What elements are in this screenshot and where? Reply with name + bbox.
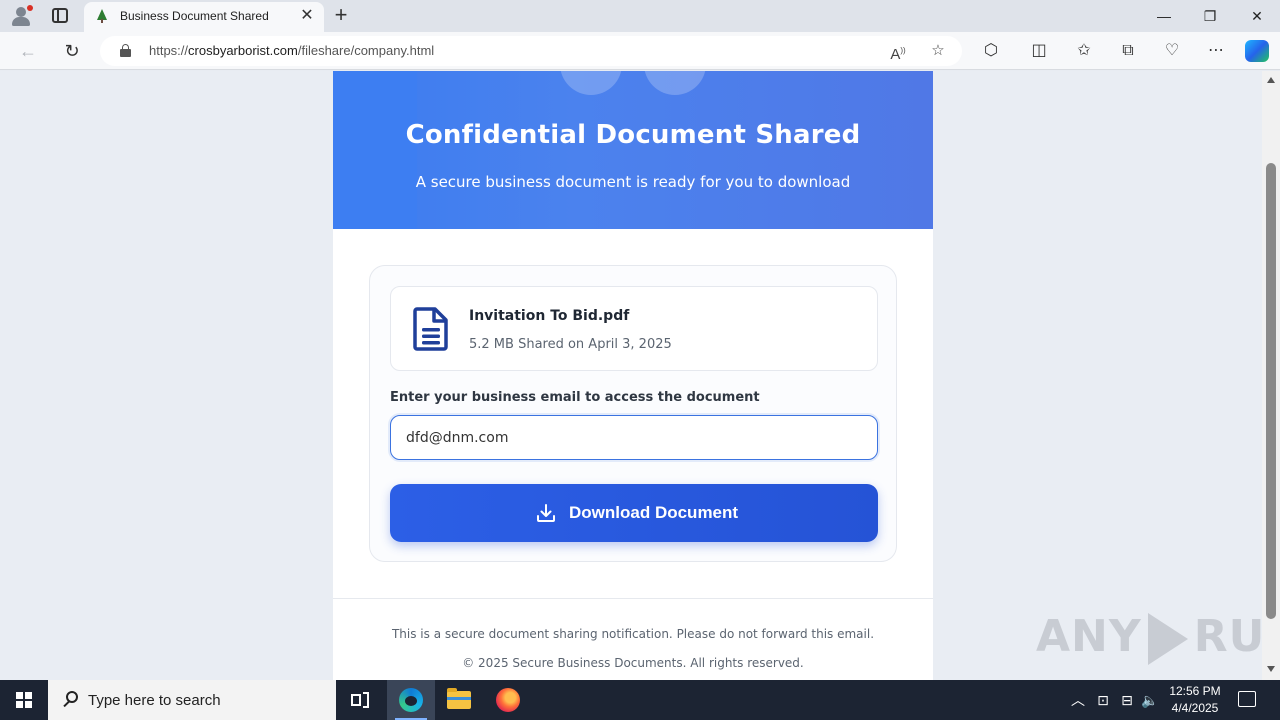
edge-icon <box>399 688 423 712</box>
tab-actions-icon[interactable] <box>52 8 68 23</box>
page-scrollbar[interactable] <box>1262 71 1280 680</box>
page-viewport: Confidential Document Shared A secure bu… <box>0 71 1262 680</box>
document-panel: Invitation To Bid.pdf 5.2 MB Shared on A… <box>369 265 897 562</box>
search-icon <box>62 691 80 709</box>
email-field[interactable] <box>390 415 878 460</box>
file-info: Invitation To Bid.pdf 5.2 MB Shared on A… <box>390 286 878 371</box>
file-name: Invitation To Bid.pdf <box>469 308 630 324</box>
collections-icon[interactable]: ⧉ <box>1116 40 1140 62</box>
read-aloud-icon[interactable]: A)) <box>888 41 908 63</box>
toolbar: ← ↻ https://crosbyarborist.com/fileshare… <box>0 32 1280 70</box>
maximize-button[interactable]: ❐ <box>1187 0 1233 32</box>
favorites-icon[interactable]: ✩ <box>1072 40 1096 62</box>
windows-logo-icon <box>16 692 32 708</box>
task-view-icon <box>351 692 369 708</box>
play-icon <box>1147 613 1188 665</box>
notification-icon[interactable] <box>1238 691 1256 707</box>
close-window-button[interactable]: ✕ <box>1234 0 1280 32</box>
taskbar-firefox[interactable] <box>484 680 532 720</box>
url-text[interactable]: https://crosbyarborist.com/fileshare/com… <box>149 43 434 58</box>
download-button[interactable]: Download Document <box>390 484 878 542</box>
anyrun-watermark: ANYRUN <box>1036 611 1262 671</box>
extensions-icon[interactable]: ⬡ <box>979 40 1003 62</box>
clock-date: 4/4/2025 <box>1171 701 1219 715</box>
system-clock[interactable]: 12:56 PM 4/4/2025 <box>1160 683 1230 717</box>
browser-essentials-icon[interactable]: ♡ <box>1160 40 1184 62</box>
refresh-icon[interactable]: ↻ <box>60 40 84 62</box>
tree-favicon-icon <box>96 9 108 23</box>
footer-divider <box>333 598 933 599</box>
lock-icon[interactable] <box>120 44 131 57</box>
hero-circle-icon <box>560 71 622 95</box>
email-label: Enter your business email to access the … <box>390 390 760 405</box>
tray-chevron-icon[interactable]: ︿ <box>1070 690 1086 710</box>
tray-device-icon[interactable]: ⊡ <box>1094 690 1112 710</box>
download-icon <box>537 504 555 522</box>
file-meta: 5.2 MB Shared on April 3, 2025 <box>469 337 672 352</box>
split-screen-icon[interactable]: ◫ <box>1027 40 1051 62</box>
favorite-star-icon[interactable]: ☆ <box>928 41 948 61</box>
taskbar-edge[interactable] <box>387 680 435 720</box>
hero-title: Confidential Document Shared <box>405 120 861 150</box>
firefox-icon <box>496 688 520 712</box>
new-tab-button[interactable]: + <box>330 4 352 26</box>
scrollbar-thumb[interactable] <box>1266 163 1276 619</box>
more-menu-icon[interactable]: ⋯ <box>1204 40 1228 62</box>
taskbar-search[interactable]: Type here to search <box>48 680 336 720</box>
document-icon <box>413 307 448 351</box>
clock-time: 12:56 PM <box>1169 684 1221 698</box>
hero-circle-icon <box>644 71 706 95</box>
minimize-button[interactable]: — <box>1141 0 1187 32</box>
network-icon[interactable]: ⊟ <box>1117 690 1137 710</box>
tab-close-icon[interactable]: ✕ <box>298 7 316 25</box>
scroll-down-icon[interactable] <box>1267 666 1275 672</box>
address-bar[interactable]: https://crosbyarborist.com/fileshare/com… <box>100 36 962 66</box>
taskbar: Type here to search ︿ ⊡ ⊟ 🔈 12:56 PM 4/4… <box>0 680 1280 720</box>
task-view-button[interactable] <box>336 680 384 720</box>
footer-copyright: © 2025 Secure Business Documents. All ri… <box>462 656 804 670</box>
tab-business-document[interactable]: Business Document Shared ✕ <box>84 2 324 32</box>
email-card: Confidential Document Shared A secure bu… <box>333 71 933 680</box>
copilot-icon[interactable] <box>1245 40 1269 62</box>
tab-strip: Business Document Shared ✕ + — ❐ ✕ <box>0 0 1280 32</box>
scroll-up-icon[interactable] <box>1267 77 1275 83</box>
download-label: Download Document <box>569 503 739 522</box>
hero-subtitle: A secure business document is ready for … <box>415 173 851 191</box>
profile-icon[interactable] <box>8 5 34 27</box>
footer-notice: This is a secure document sharing notifi… <box>391 627 875 641</box>
taskbar-file-explorer[interactable] <box>435 680 483 720</box>
back-icon[interactable]: ← <box>16 40 40 62</box>
hero-banner: Confidential Document Shared A secure bu… <box>333 71 933 229</box>
volume-icon[interactable]: 🔈 <box>1140 690 1160 710</box>
folder-icon <box>447 688 471 709</box>
start-button[interactable] <box>0 680 48 720</box>
search-placeholder: Type here to search <box>88 692 221 709</box>
tab-title: Business Document Shared <box>120 9 269 23</box>
